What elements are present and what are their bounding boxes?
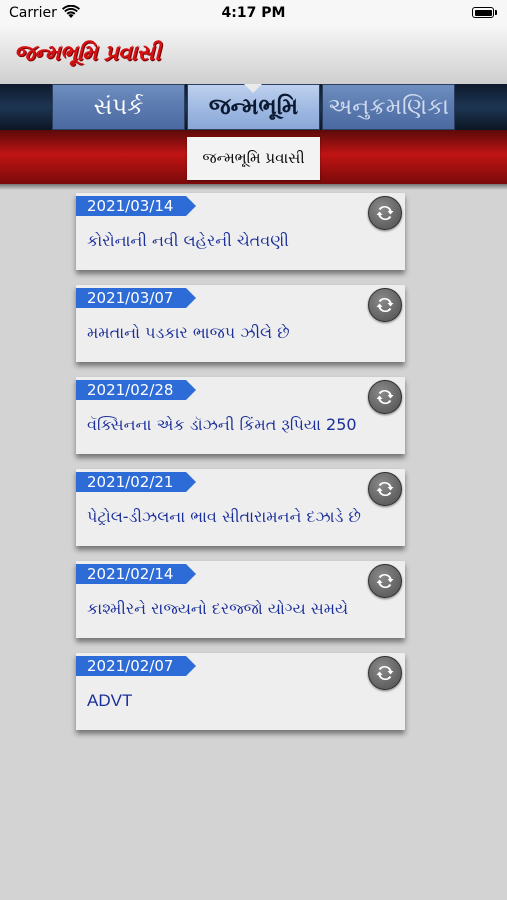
battery-icon — [472, 7, 494, 18]
section-title: જન્મભૂમિ પ્રવાસી — [187, 137, 320, 180]
list-item[interactable]: 2021/02/21 પેટ્રોલ-ડીઝલના ભાવ સીતારામનને… — [76, 469, 405, 546]
article-title: મમતાનો પડકાર ભાજપ ઝીલે છે — [87, 323, 290, 342]
tab-index-label: અનુક્રમણિકા — [327, 94, 449, 120]
date-tag: 2021/02/07 — [76, 656, 196, 676]
date-tag: 2021/02/14 — [76, 564, 196, 584]
list-item[interactable]: 2021/02/07 ADVT — [76, 653, 405, 730]
date-tag: 2021/02/28 — [76, 380, 196, 400]
date-tag: 2021/03/07 — [76, 288, 196, 308]
article-title: કોરોનાની નવી લહેરની ચેતવણી — [87, 231, 289, 250]
tab-janmabhoomi-label: જન્મભૂમિ — [208, 94, 299, 120]
refresh-icon[interactable] — [368, 656, 402, 690]
date-tag: 2021/03/14 — [76, 196, 196, 216]
refresh-icon[interactable] — [368, 564, 402, 598]
article-title: કાશ્મીરને રાજ્યનો દરજ્જો યોગ્ય સમયે — [87, 599, 349, 618]
list-item[interactable]: 2021/03/07 મમતાનો પડકાર ભાજપ ઝીલે છે — [76, 285, 405, 362]
article-title: પેટ્રોલ-ડીઝલના ભાવ સીતારામનને દઝાડે છે — [87, 507, 361, 526]
list-item[interactable]: 2021/03/14 કોરોનાની નવી લહેરની ચેતવણી — [76, 193, 405, 270]
battery-tip — [495, 10, 497, 15]
tab-contact[interactable]: સંપર્ક — [52, 84, 185, 130]
status-bar: Carrier 4:17 PM — [0, 0, 507, 26]
clock: 4:17 PM — [221, 5, 286, 21]
list-item[interactable]: 2021/02/14 કાશ્મીરને રાજ્યનો દરજ્જો યોગ્… — [76, 561, 405, 638]
tab-contact-label: સંપર્ક — [93, 94, 144, 120]
refresh-icon[interactable] — [368, 288, 402, 322]
date-tag: 2021/02/21 — [76, 472, 196, 492]
refresh-icon[interactable] — [368, 472, 402, 506]
list-item[interactable]: 2021/02/28 વૅક્સિનના એક ડૉઝની કિંમત રૂપિ… — [76, 377, 405, 454]
section-shadow — [0, 184, 507, 190]
article-title: વૅક્સિનના એક ડૉઝની કિંમત રૂપિયા 250 — [87, 415, 357, 434]
refresh-icon[interactable] — [368, 196, 402, 230]
active-tab-pointer — [244, 84, 262, 93]
tab-index[interactable]: અનુક્રમણિકા — [322, 84, 455, 130]
app-header: જન્મભૂમિ પ્રવાસી — [0, 26, 507, 85]
refresh-icon[interactable] — [368, 380, 402, 414]
article-title: ADVT — [87, 691, 133, 710]
app-logo: જન્મભૂમિ પ્રવાસી — [14, 40, 161, 66]
